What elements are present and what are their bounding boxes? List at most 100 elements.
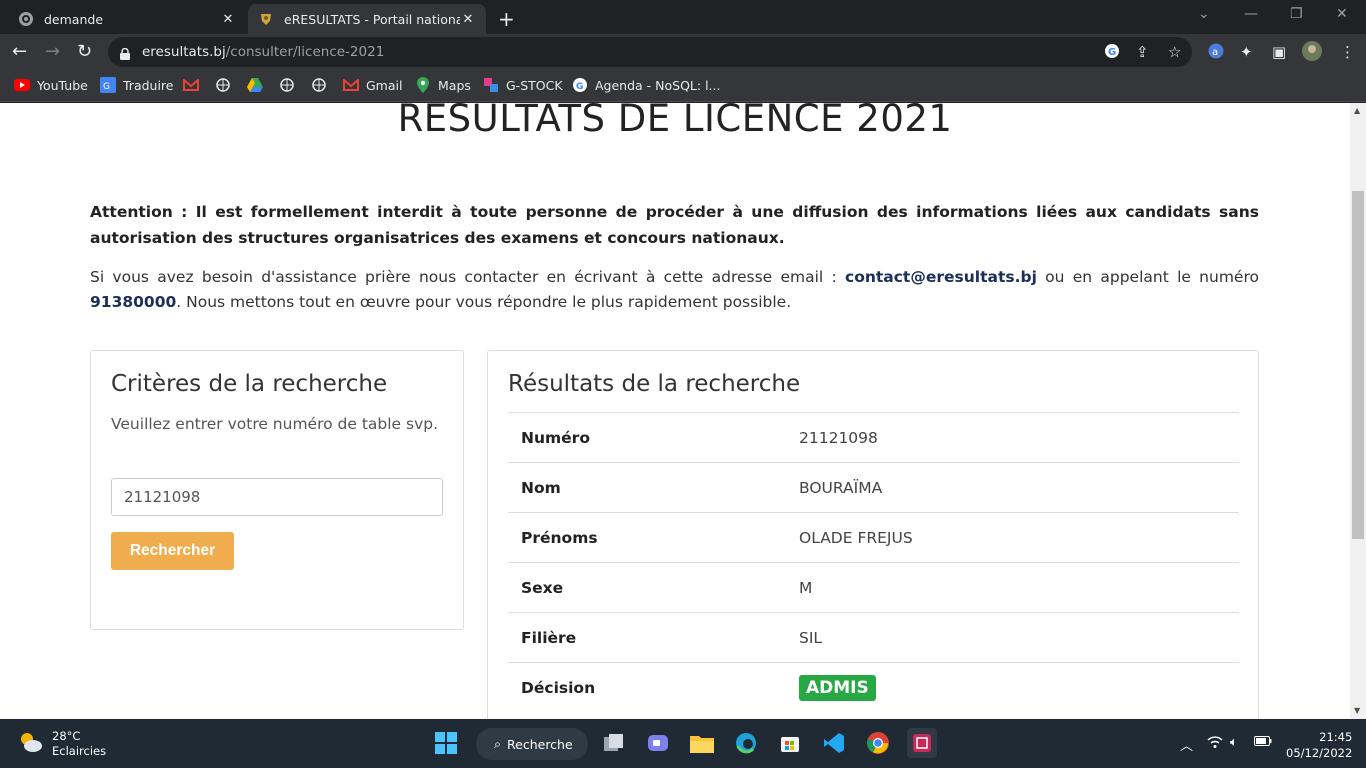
bookmark-gmail-2[interactable]: Gmail xyxy=(343,77,402,93)
contact-phone: 91380000 xyxy=(90,293,177,311)
partly-cloudy-icon xyxy=(18,730,44,758)
tab-title: eRESULTATS - Portail national des xyxy=(284,11,460,27)
address-bar[interactable]: eresultats.bj/consulter/licence-2021 G ⇪… xyxy=(108,37,1192,67)
bookmark-label: G-STOCK xyxy=(506,77,563,93)
close-icon[interactable]: ✕ xyxy=(460,12,476,27)
bookmark-label: Gmail xyxy=(366,77,403,93)
clock-date: 05/12/2022 xyxy=(1286,746,1353,760)
bookmark-globe-1[interactable] xyxy=(215,77,238,93)
back-icon[interactable]: ← xyxy=(12,41,27,62)
row-label: Prénoms xyxy=(521,528,598,547)
svg-text:G: G xyxy=(1108,47,1116,58)
minimize-icon[interactable]: — xyxy=(1244,6,1258,22)
windows-start-icon[interactable] xyxy=(431,728,461,758)
gmail-icon xyxy=(343,77,359,93)
forward-icon[interactable]: → xyxy=(45,41,60,62)
bookmark-globe-2[interactable] xyxy=(279,77,302,93)
bookmarks-bar: YouTube G Traduire Gmail Maps G-STOCK G … xyxy=(0,70,1366,102)
share-icon[interactable]: ⇪ xyxy=(1136,43,1149,61)
bookmark-agenda[interactable]: G Agenda - NoSQL: l... xyxy=(572,77,720,93)
scroll-up-icon[interactable]: ▲ xyxy=(1354,106,1360,115)
tab-title: demande xyxy=(44,11,104,27)
menu-kebab-icon[interactable]: ⋮ xyxy=(1340,43,1355,61)
store-icon[interactable] xyxy=(775,728,805,758)
tab-eresultats[interactable]: eRESULTATS - Portail national des ✕ xyxy=(248,4,486,34)
results-table: Numéro 21121098 Nom BOURAÏMA Prénoms OLA… xyxy=(508,412,1239,713)
chevron-down-icon[interactable]: ⌄ xyxy=(1198,6,1210,22)
tab-demande[interactable]: demande ✕ xyxy=(8,4,246,34)
warning-notice: Attention : Il est formellement interdit… xyxy=(90,203,1259,247)
chevron-up-icon[interactable]: ︿ xyxy=(1180,735,1193,754)
vscode-icon[interactable] xyxy=(819,728,849,758)
svg-text:a: a xyxy=(1212,47,1218,58)
new-tab-icon[interactable]: + xyxy=(498,7,515,31)
avatar[interactable] xyxy=(1302,41,1322,65)
teams-chat-icon[interactable] xyxy=(643,728,673,758)
table-row: Prénoms OLADE FREJUS xyxy=(508,513,1239,563)
table-number-input[interactable] xyxy=(111,478,443,516)
search-results-card: Résultats de la recherche Numéro 2112109… xyxy=(487,350,1259,719)
google-drive-icon xyxy=(247,77,263,93)
extension-a-icon[interactable]: a xyxy=(1208,43,1224,63)
edge-icon[interactable] xyxy=(731,728,761,758)
bookmark-gmail-1[interactable] xyxy=(183,77,206,93)
google-icon[interactable]: G xyxy=(1104,43,1120,63)
clock[interactable]: 21:45 05/12/2022 xyxy=(1286,729,1352,761)
battery-icon[interactable] xyxy=(1254,735,1272,750)
search-hint: Veuillez entrer votre numéro de table sv… xyxy=(111,415,439,433)
page-scrollbar[interactable]: ▲ ▼ xyxy=(1350,103,1366,719)
search-results-title: Résultats de la recherche xyxy=(508,371,801,397)
snipping-tool-icon[interactable] xyxy=(907,728,937,758)
url-text: eresultats.bj/consulter/licence-2021 xyxy=(142,44,385,60)
bookmark-maps[interactable]: Maps xyxy=(415,77,471,93)
weather-condition: Eclaircies xyxy=(52,744,107,758)
scrollbar-thumb[interactable] xyxy=(1352,191,1364,539)
row-value: M xyxy=(799,578,813,597)
row-label: Sexe xyxy=(521,578,564,597)
globe-icon xyxy=(18,11,34,27)
coat-of-arms-icon xyxy=(258,11,274,27)
bookmark-traduire[interactable]: G Traduire xyxy=(100,77,173,93)
restore-icon[interactable]: ❐ xyxy=(1290,6,1303,22)
google-icon: G xyxy=(572,77,588,93)
bookmark-drive[interactable] xyxy=(247,77,270,93)
star-icon[interactable]: ☆ xyxy=(1168,43,1181,61)
globe-icon xyxy=(311,77,327,93)
search-button[interactable]: Rechercher xyxy=(111,532,234,570)
search-label: Recherche xyxy=(507,736,573,752)
scroll-down-icon[interactable]: ▼ xyxy=(1354,706,1360,715)
google-translate-icon: G xyxy=(100,77,116,93)
volume-icon[interactable]: 🔈︎ xyxy=(1230,735,1238,750)
row-value: SIL xyxy=(799,628,823,647)
browser-toolbar: ← → ↻ eresultats.bj/consulter/licence-20… xyxy=(0,34,1366,70)
weather-widget[interactable]: 28°C Eclaircies xyxy=(18,729,106,759)
table-row: Sexe M xyxy=(508,563,1239,613)
taskbar-search[interactable]: ⌕ Recherche xyxy=(476,728,588,760)
table-row: Numéro 21121098 xyxy=(508,413,1239,463)
row-value: 21121098 xyxy=(799,428,878,447)
bookmark-youtube[interactable]: YouTube xyxy=(14,77,88,93)
taskbar: 28°C Eclaircies ⌕ Recherche ︿ 🔈︎ 21:45 0… xyxy=(0,719,1366,768)
reload-icon[interactable]: ↻ xyxy=(77,41,92,62)
bookmark-label: Maps xyxy=(438,77,471,93)
task-view-icon[interactable] xyxy=(599,728,629,758)
table-row: Nom BOURAÏMA xyxy=(508,463,1239,513)
svg-text:G: G xyxy=(103,82,110,92)
close-window-icon[interactable]: ✕ xyxy=(1336,6,1348,22)
temperature: 28°C xyxy=(52,729,81,743)
wifi-icon[interactable] xyxy=(1207,735,1223,753)
page-content: RÉSULTATS DE LICENCE 2021 Attention : Il… xyxy=(0,103,1350,719)
gstock-icon xyxy=(483,77,499,93)
chrome-icon[interactable] xyxy=(863,728,893,758)
search-criteria-title: Critères de la recherche xyxy=(111,371,388,397)
bookmark-globe-3[interactable] xyxy=(311,77,334,93)
file-explorer-icon[interactable] xyxy=(687,728,717,758)
search-icon: ⌕ xyxy=(494,736,502,751)
table-row: Filière SIL xyxy=(508,613,1239,663)
side-panel-icon[interactable]: ▣ xyxy=(1272,43,1286,61)
contact-email-link[interactable]: contact@eresultats.bj xyxy=(845,268,1037,286)
bookmark-gstock[interactable]: G-STOCK xyxy=(483,77,563,93)
gmail-icon xyxy=(183,77,199,93)
extensions-puzzle-icon[interactable]: ✦ xyxy=(1240,43,1253,61)
close-icon[interactable]: ✕ xyxy=(220,12,236,27)
